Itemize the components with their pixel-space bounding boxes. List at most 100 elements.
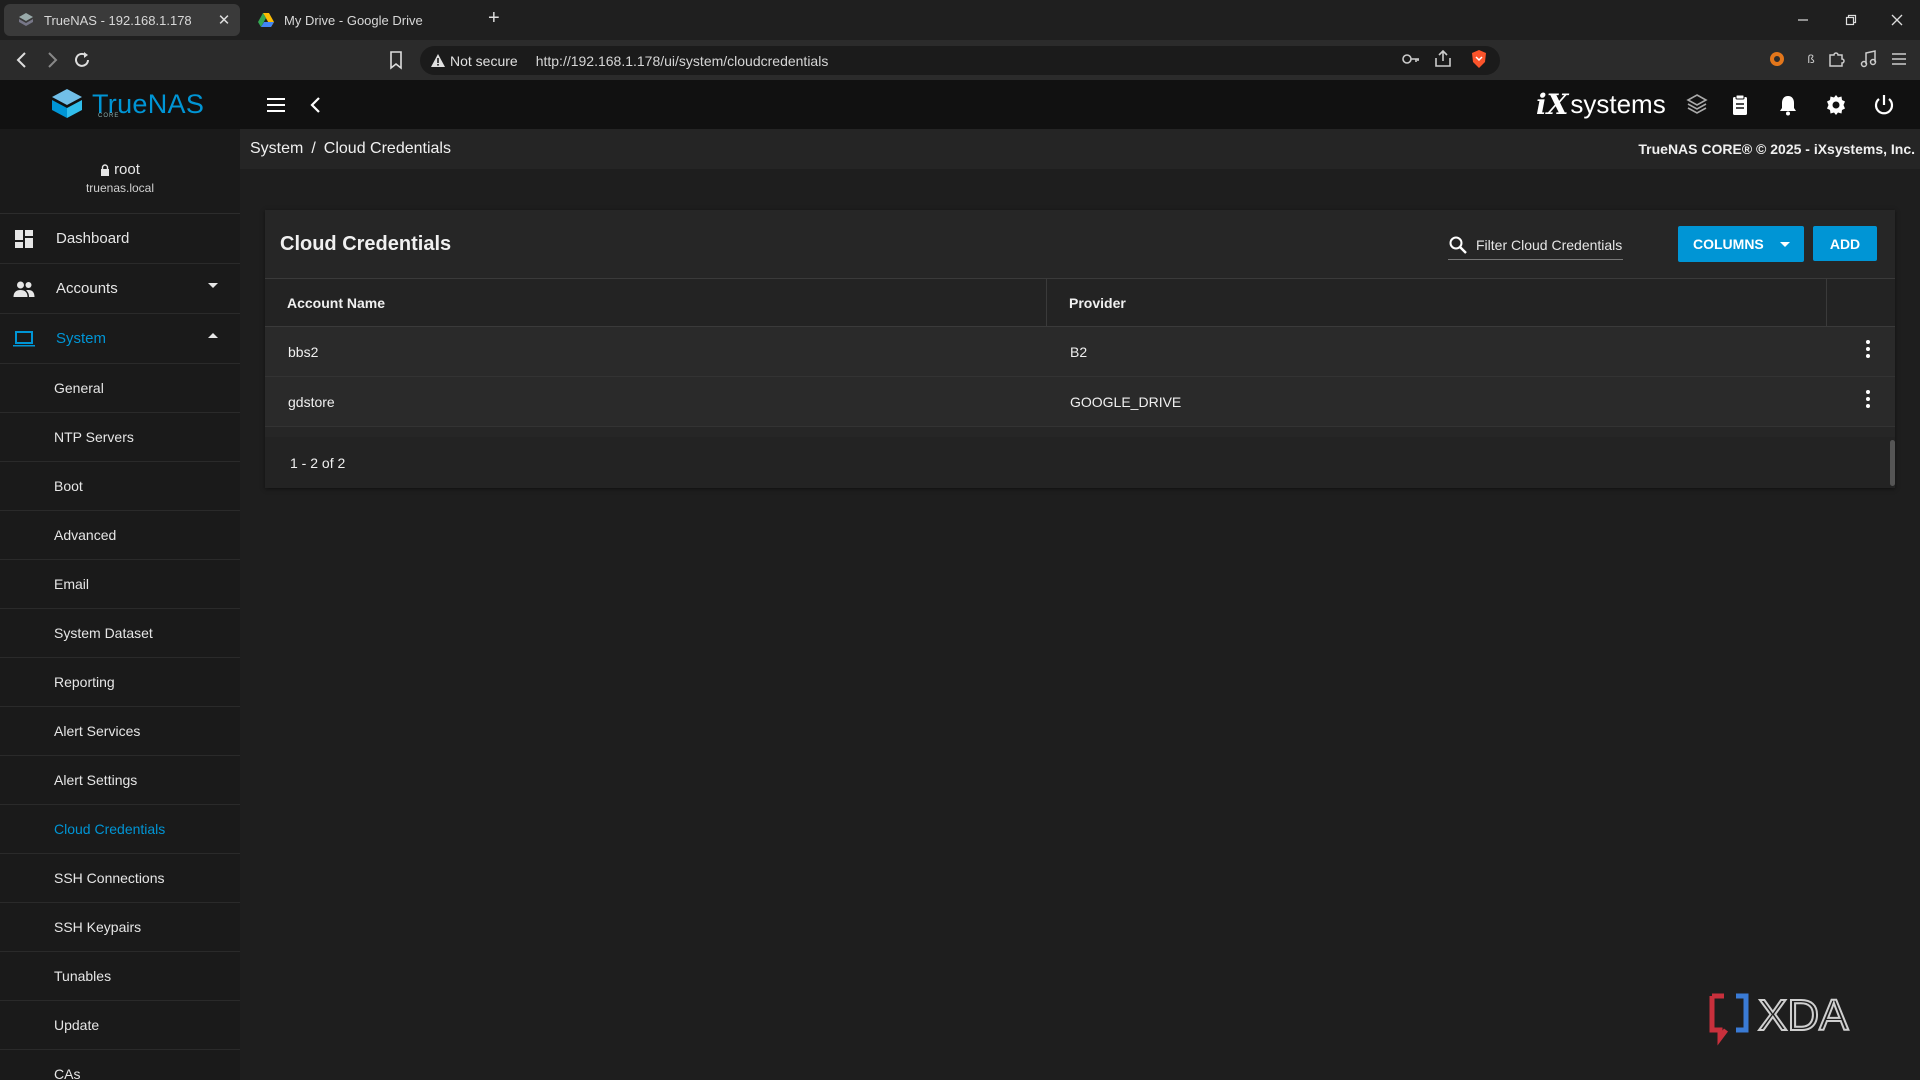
extensions-puzzle-icon[interactable] — [1826, 48, 1848, 70]
sidebar-subitem-cloud-credentials[interactable]: Cloud Credentials — [0, 805, 240, 854]
sidebar-item-label: Accounts — [56, 280, 118, 297]
breadcrumb-separator: / — [311, 140, 316, 157]
sidebar-subitem-ssh-connections[interactable]: SSH Connections — [0, 854, 240, 903]
close-window-icon[interactable] — [1874, 8, 1920, 32]
copyright-text[interactable]: TrueNAS CORE® © 2025 - iXsystems, Inc. — [1638, 141, 1915, 157]
sidebar-subitem-cas[interactable]: CAs — [0, 1050, 240, 1080]
minimize-icon[interactable] — [1780, 8, 1826, 32]
sidebar-subitem-system-dataset[interactable]: System Dataset — [0, 609, 240, 658]
tab-google-drive[interactable]: My Drive - Google Drive — [244, 4, 474, 36]
security-label[interactable]: Not secure — [450, 53, 518, 69]
extension-icon[interactable]: ß — [1800, 48, 1822, 70]
search-icon — [1449, 236, 1467, 254]
cloud-credentials-card: Cloud Credentials Filter Cloud Credentia… — [265, 210, 1895, 488]
browser-tab-bar: TrueNAS - 192.168.1.178 ✕ My Drive - Goo… — [0, 0, 1920, 40]
dashboard-icon — [15, 229, 33, 248]
page-title: Cloud Credentials — [280, 233, 452, 255]
xda-watermark: XDA — [1706, 986, 1886, 1046]
url-text[interactable]: http://192.168.1.178/ui/system/cloudcred… — [536, 53, 829, 69]
google-drive-icon — [258, 13, 274, 27]
settings-gear-icon[interactable] — [1824, 93, 1848, 117]
breadcrumb-current: Cloud Credentials — [323, 140, 451, 157]
bell-icon[interactable] — [1776, 93, 1800, 117]
collapse-sidebar-icon[interactable] — [304, 93, 328, 117]
laptop-icon — [13, 330, 35, 346]
clipboard-icon[interactable] — [1728, 93, 1752, 117]
back-icon[interactable] — [12, 50, 32, 70]
sidebar-item-accounts[interactable]: Accounts — [0, 264, 240, 314]
media-icon[interactable] — [1858, 48, 1880, 70]
column-header-account-name[interactable]: Account Name — [287, 279, 385, 327]
browser-address-bar: Not secure http://192.168.1.178/ui/syste… — [0, 40, 1920, 80]
url-box[interactable]: Not secure http://192.168.1.178/ui/syste… — [420, 46, 1500, 75]
user-name-row: root — [0, 161, 240, 178]
ixsystems-logo[interactable]: iX systems — [1536, 88, 1666, 121]
truenas-logo[interactable]: TrueNAS — [48, 87, 204, 121]
tab-truenas[interactable]: TrueNAS - 192.168.1.178 ✕ — [4, 4, 240, 36]
table-row[interactable]: gdstore GOOGLE_DRIVE — [265, 377, 1895, 427]
sidebar: root truenas.local Dashboard Accounts Sy… — [0, 129, 240, 1080]
paginator: 1 - 2 of 2 — [265, 437, 1895, 488]
sidebar-subitem-tunables[interactable]: Tunables — [0, 952, 240, 1001]
row-actions-icon[interactable] — [1856, 337, 1880, 361]
sidebar-subitem-ntp-servers[interactable]: NTP Servers — [0, 413, 240, 462]
tab-title: My Drive - Google Drive — [284, 12, 423, 28]
sidebar-subitem-advanced[interactable]: Advanced — [0, 511, 240, 560]
chevron-down-icon — [208, 283, 218, 288]
accounts-icon — [13, 281, 35, 297]
filter-input[interactable]: Filter Cloud Credentials — [1448, 230, 1623, 260]
key-icon[interactable] — [1400, 48, 1422, 70]
column-header-provider[interactable]: Provider — [1069, 279, 1126, 327]
forward-icon[interactable] — [42, 50, 62, 70]
new-tab-icon[interactable]: + — [488, 7, 500, 30]
chevron-up-icon — [208, 333, 218, 338]
sidebar-subitem-reporting[interactable]: Reporting — [0, 658, 240, 707]
row-actions-icon[interactable] — [1856, 387, 1880, 411]
truecommand-icon[interactable] — [1685, 93, 1709, 117]
sidebar-subitem-general[interactable]: General — [0, 364, 240, 413]
sidebar-item-dashboard[interactable]: Dashboard — [0, 214, 240, 264]
brave-shield-icon[interactable] — [1468, 48, 1490, 70]
cell-provider: B2 — [1070, 344, 1088, 360]
tab-title: TrueNAS - 192.168.1.178 — [44, 12, 192, 28]
user-info: root truenas.local — [0, 129, 240, 214]
sidebar-subitem-email[interactable]: Email — [0, 560, 240, 609]
column-divider — [1826, 279, 1827, 327]
cell-account-name: bbs2 — [288, 344, 319, 360]
filter-placeholder: Filter Cloud Credentials — [1476, 236, 1623, 253]
host-name: truenas.local — [85, 181, 155, 195]
columns-button[interactable]: COLUMNS — [1678, 226, 1804, 262]
user-name: root — [114, 161, 140, 178]
browser-menu-icon[interactable] — [1888, 48, 1910, 70]
table-row[interactable]: bbs2 B2 — [265, 327, 1895, 377]
logo-sub: CORE — [98, 113, 120, 119]
sidebar-subitem-alert-settings[interactable]: Alert Settings — [0, 756, 240, 805]
truenas-logo-icon — [52, 89, 82, 118]
chevron-down-icon — [1780, 242, 1790, 247]
xda-text: XDA — [1758, 991, 1849, 1040]
sidebar-subitem-update[interactable]: Update — [0, 1001, 240, 1050]
add-button[interactable]: ADD — [1813, 226, 1877, 261]
scrollbar[interactable] — [1890, 440, 1895, 486]
restore-icon[interactable] — [1828, 8, 1874, 32]
column-divider — [1046, 279, 1047, 327]
sidebar-subitem-boot[interactable]: Boot — [0, 462, 240, 511]
columns-label: COLUMNS — [1693, 236, 1764, 252]
cell-account-name: gdstore — [288, 394, 335, 410]
sidebar-subitem-alert-services[interactable]: Alert Services — [0, 707, 240, 756]
xda-logo: XDA — [1709, 990, 1850, 1046]
sidebar-item-label: System — [56, 330, 107, 347]
close-tab-icon[interactable]: ✕ — [214, 11, 234, 29]
truenas-favicon — [19, 13, 33, 26]
bookmark-icon[interactable] — [386, 50, 406, 70]
power-icon[interactable] — [1872, 93, 1896, 117]
breadcrumb-system[interactable]: System — [250, 140, 303, 158]
reload-icon[interactable] — [72, 50, 92, 70]
extension-metamask-icon[interactable] — [1766, 48, 1788, 70]
ix-mark: iX — [1536, 88, 1569, 121]
ix-systems-text: systems — [1570, 89, 1666, 119]
menu-icon[interactable] — [264, 93, 288, 117]
share-icon[interactable] — [1432, 48, 1454, 70]
sidebar-subitem-ssh-keypairs[interactable]: SSH Keypairs — [0, 903, 240, 952]
sidebar-item-system[interactable]: System — [0, 314, 240, 364]
